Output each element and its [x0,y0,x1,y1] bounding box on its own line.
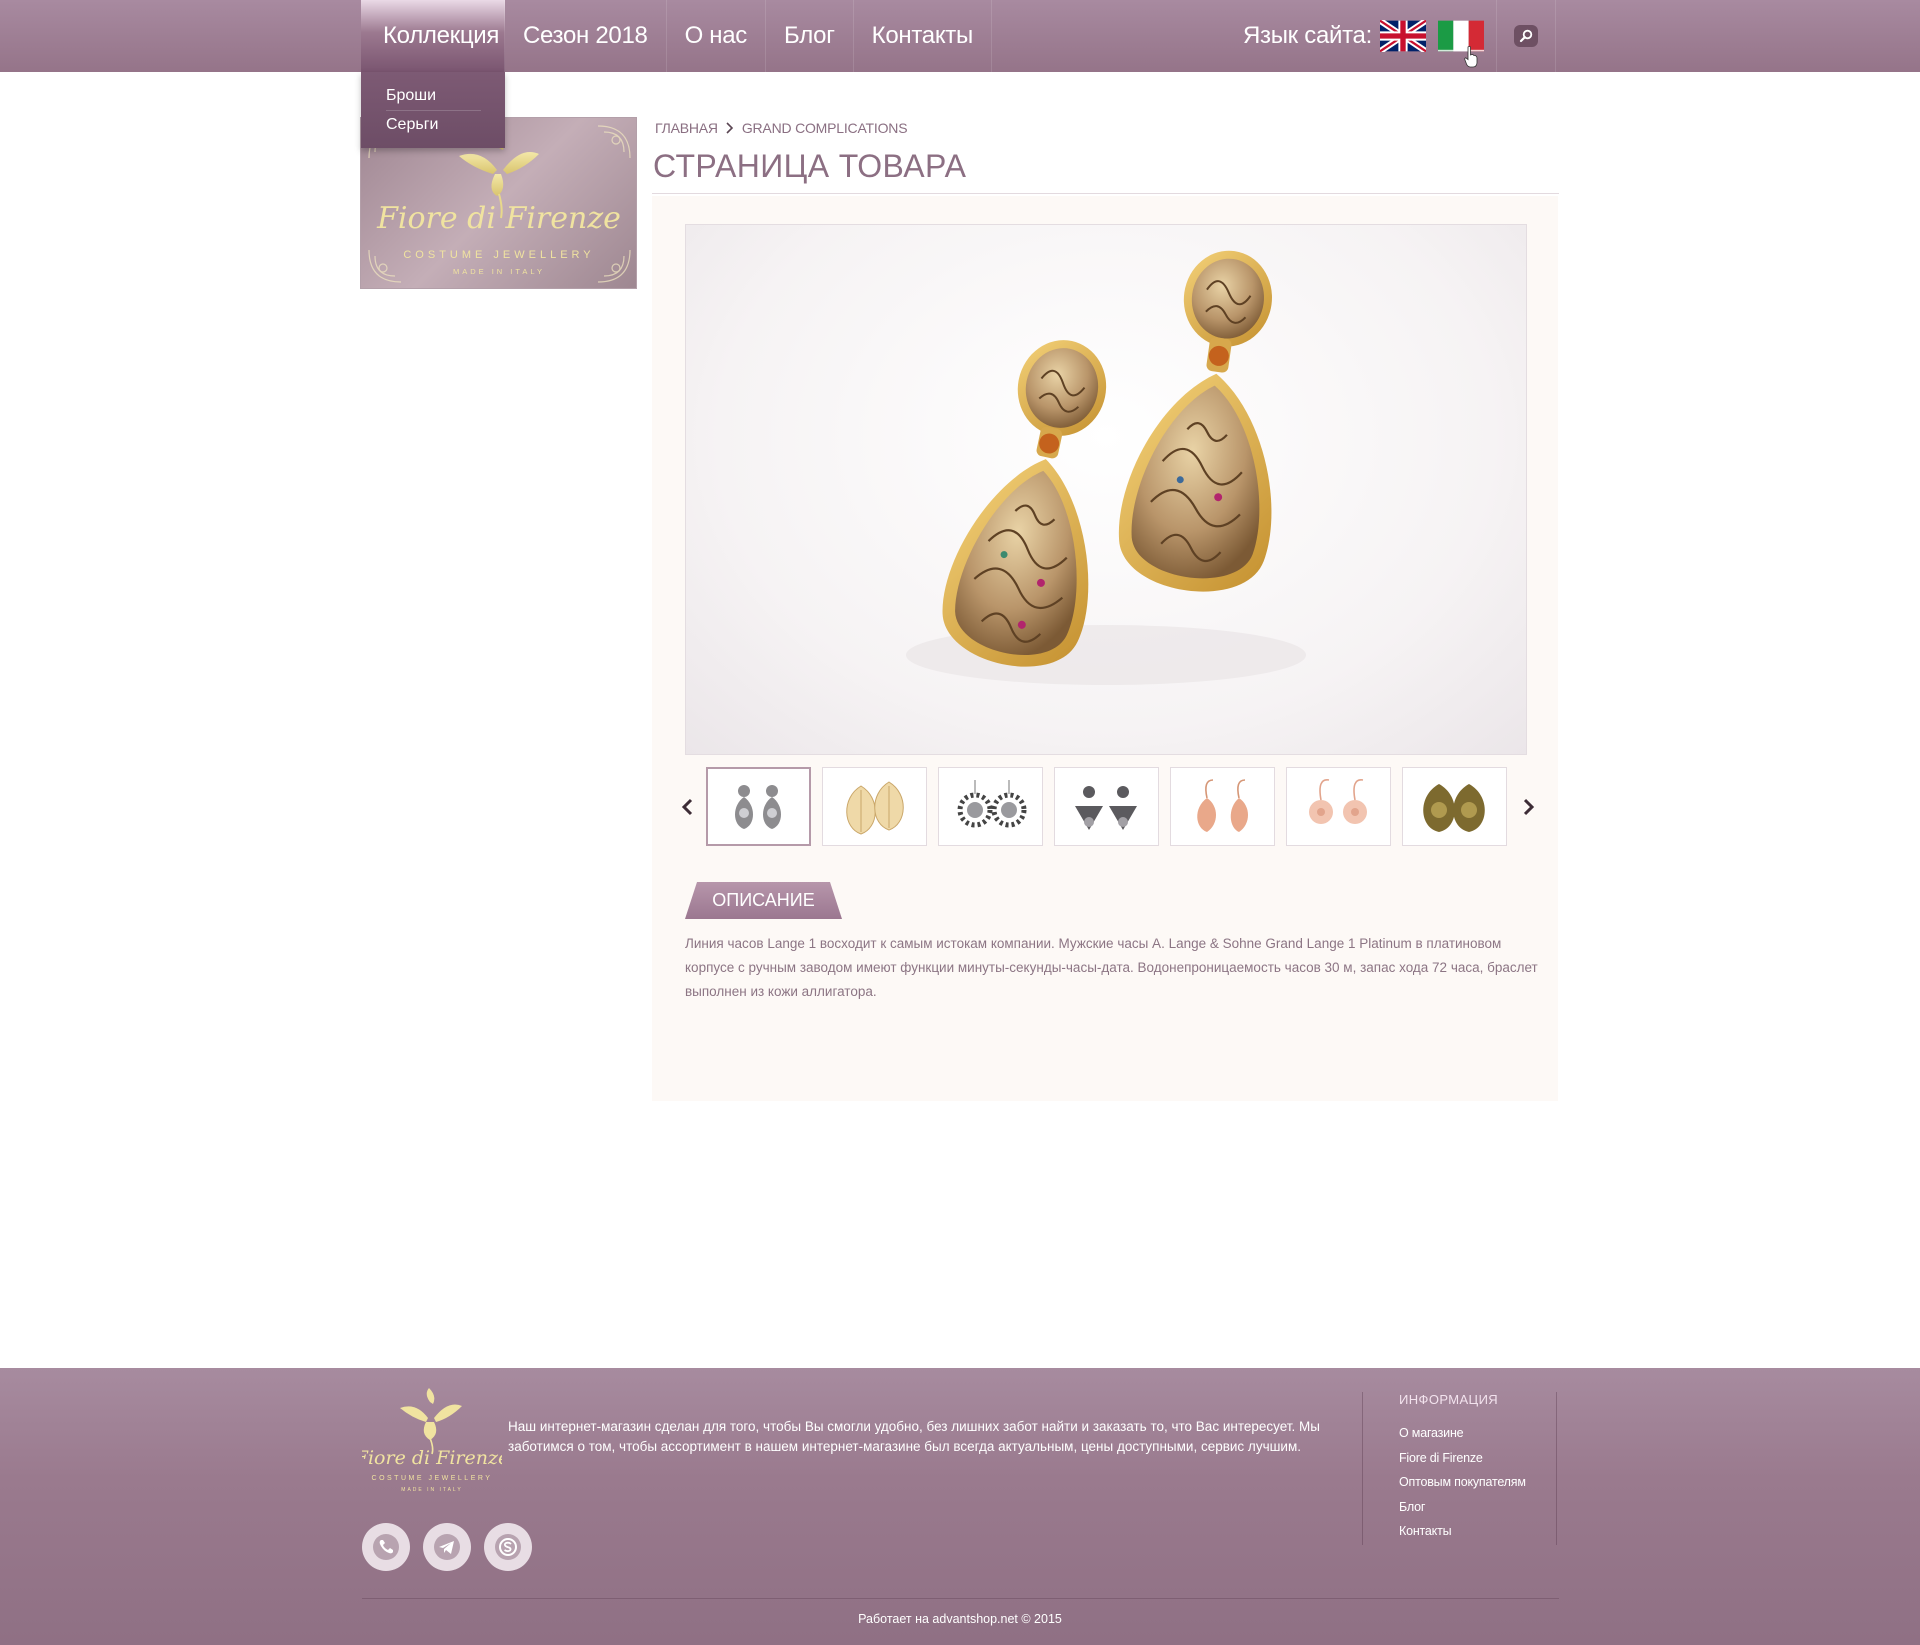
bronze-ornate-earrings-thumb [1423,784,1485,832]
nav-item-season-2018[interactable]: Сезон 2018 [505,0,667,72]
uk-flag-icon[interactable] [1379,20,1426,52]
silver-fan-earrings-thumb [1075,786,1137,830]
collection-dropdown-menu: Броши Серьги [361,72,505,148]
thumbnail-carousel [680,767,1536,847]
footer-logo-tagline-text: COSTUME JEWELLERY [372,1475,493,1482]
footer-about-text: Наш интернет-магазин сделан для того, чт… [508,1419,1320,1454]
carousel-next-arrow-icon[interactable] [1520,794,1536,820]
search-button[interactable] [1496,0,1556,72]
tab-description[interactable]: ОПИСАНИЕ [685,882,842,919]
nav-item-about[interactable]: О нас [667,0,767,72]
rose-gold-leaf-earrings-thumb [1197,779,1248,832]
site-footer [0,1368,1920,1645]
footer-link-wholesale[interactable]: Оптовым покупателям [1399,1470,1556,1495]
language-switcher: Язык сайта: [1243,18,1496,54]
silver-sun-earrings-thumb [957,780,1027,828]
footer-copyright: Работает на advantshop.net © 2015 [858,1612,1062,1626]
telegram-button[interactable] [423,1523,471,1571]
footer-info-title: ИНФОРМАЦИЯ [1399,1392,1499,1407]
telegram-icon [434,1534,460,1560]
skype-icon [495,1534,521,1560]
footer-logo[interactable]: Fiore di Firenze COSTUME JEWELLERY MADE … [354,1388,509,1496]
gold-leaf-earrings-thumb [846,781,904,835]
skype-button[interactable] [484,1523,532,1571]
dropdown-item-earrings[interactable]: Серьги [386,111,481,140]
thumbnail-6[interactable] [1286,767,1391,846]
breadcrumb: ГЛАВНАЯ GRAND COMPLICATIONS [655,120,908,136]
search-icon [1514,25,1538,47]
logo-brand-text: Fiore di Firenze [376,201,621,236]
thumbnail-2[interactable] [822,767,927,846]
dropdown-item-brooches[interactable]: Броши [386,82,481,111]
carousel-prev-arrow-icon[interactable] [680,794,696,820]
thumbnail-5[interactable] [1170,767,1275,846]
silver-filigree-earrings-thumb [735,785,781,829]
rose-gold-flower-earrings-thumb [1309,779,1367,824]
hand-cursor-icon [1464,46,1478,68]
footer-link-fiore-di-firenze[interactable]: Fiore di Firenze [1399,1446,1556,1471]
thumbnail-3[interactable] [938,767,1043,846]
footer-info-column: ИНФОРМАЦИЯ О магазине Fiore di Firenze О… [1362,1392,1557,1545]
language-label: Язык сайта: [1243,22,1372,49]
breadcrumb-home-link[interactable]: ГЛАВНАЯ [655,120,718,136]
footer-link-about-store[interactable]: О магазине [1399,1421,1556,1446]
nav-item-blog[interactable]: Блог [766,0,854,72]
footer-logo-artwork: Fiore di Firenze COSTUME JEWELLERY MADE … [354,1388,509,1493]
footer-divider [362,1598,1559,1599]
viber-icon [373,1534,399,1560]
logo-subtag-text: MADE IN ITALY [453,267,545,276]
footer-link-contacts[interactable]: Контакты [1399,1519,1556,1544]
product-description: Линия часов Lange 1 восходит к самым ист… [685,936,1538,999]
title-divider [652,193,1559,194]
thumbnail-4[interactable] [1054,767,1159,846]
viber-button[interactable] [362,1523,410,1571]
footer-logo-subtag-text: MADE IN ITALY [401,1487,462,1493]
thumbnail-7[interactable] [1402,767,1507,846]
nav-item-collection[interactable]: Коллекция [361,0,505,72]
product-main-image[interactable] [685,224,1527,755]
nav-item-contacts[interactable]: Контакты [854,0,992,72]
thumbnail-1[interactable] [706,767,811,846]
tab-description-label: ОПИСАНИЕ [712,890,815,910]
footer-logo-brand-text: Fiore di Firenze [362,1447,502,1469]
chevron-right-icon [726,122,733,134]
gold-filigree-teardrop-earrings-image [906,250,1306,685]
breadcrumb-category-link[interactable]: GRAND COMPLICATIONS [742,120,908,136]
main-nav: Коллекция Сезон 2018 О нас Блог Контакты [361,0,992,72]
logo-tagline-text: COSTUME JEWELLERY [403,249,594,261]
page-title: СТРАНИЦА ТОВАРА [653,148,967,184]
footer-link-blog[interactable]: Блог [1399,1495,1556,1520]
